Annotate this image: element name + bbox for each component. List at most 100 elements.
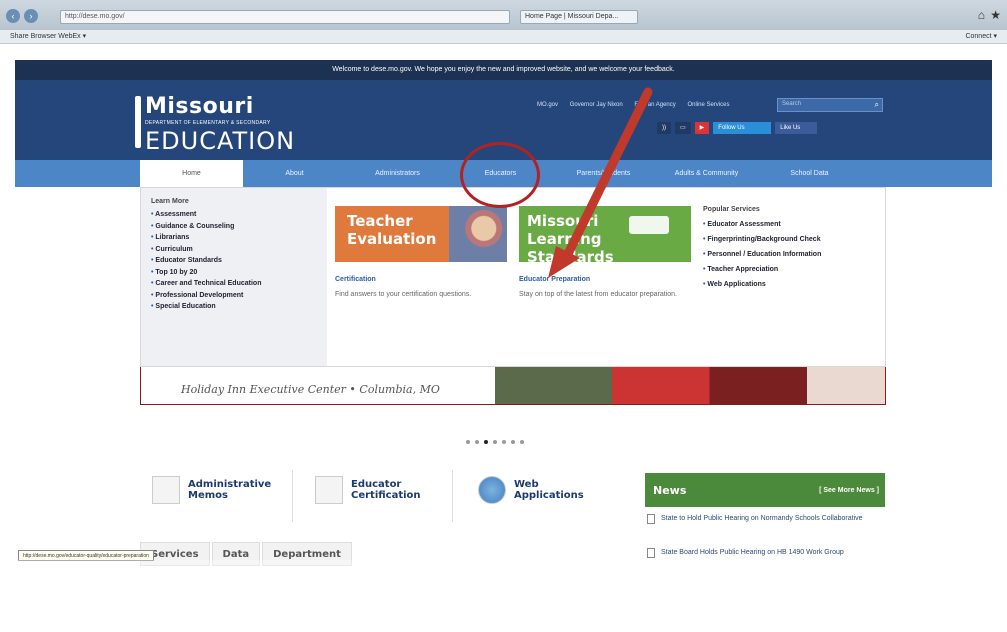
nav-home[interactable]: Home	[140, 160, 243, 187]
learn-item[interactable]: Assessment	[151, 209, 317, 221]
ql2-l1: Educator	[351, 479, 402, 490]
educator-certification-link[interactable]: Educator Certification	[315, 476, 421, 504]
memo-icon	[152, 476, 180, 504]
toplink-online[interactable]: Online Services	[687, 102, 729, 108]
certificate-icon	[315, 476, 343, 504]
nav-administrators[interactable]: Administrators	[346, 160, 449, 187]
back-icon[interactable]: ‹	[6, 9, 20, 23]
reflection-fade	[0, 560, 1007, 632]
ql2-l2: Certification	[351, 490, 421, 501]
popular-item[interactable]: Educator Assessment	[703, 217, 883, 232]
event-banner[interactable]: Holiday Inn Executive Center • Columbia,…	[140, 367, 886, 405]
certification-caption: Certification Find answers to your certi…	[335, 276, 495, 300]
learn-item[interactable]: Special Education	[151, 301, 317, 313]
ql1-l2: Memos	[188, 490, 228, 501]
carousel-dot[interactable]	[511, 440, 515, 444]
site-logo[interactable]: Missouri DEPARTMENT OF ELEMENTARY & SECO…	[135, 94, 296, 155]
learn-item[interactable]: Professional Development	[151, 290, 317, 302]
print-icon[interactable]: ▭	[675, 122, 691, 134]
forward-icon[interactable]: ›	[24, 9, 38, 23]
news-title: News	[653, 484, 687, 497]
ql1-l1: Administrative	[188, 479, 272, 490]
document-icon	[647, 548, 655, 558]
top-links: MO.gov Governor Jay Nixon Find an Agency…	[537, 102, 739, 108]
educator-preparation-link[interactable]: Educator Preparation	[519, 276, 679, 283]
nav-parents-students[interactable]: Parents/Students	[552, 160, 655, 187]
logo-line2: DEPARTMENT OF ELEMENTARY & SECONDARY	[145, 120, 271, 126]
news-item[interactable]: State to Hold Public Hearing on Normandy…	[647, 514, 883, 524]
learn-more-panel: Learn More Assessment Guidance & Counsel…	[141, 188, 327, 366]
globe-icon	[478, 476, 506, 504]
educator-preparation-desc: Stay on top of the latest from educator …	[519, 291, 677, 298]
divider	[292, 470, 293, 522]
nav-adults-community[interactable]: Adults & Community	[655, 160, 758, 187]
carousel-dots	[466, 440, 524, 444]
document-icon	[647, 514, 655, 524]
carousel-dot[interactable]	[466, 440, 470, 444]
carousel-dot[interactable]	[493, 440, 497, 444]
carousel-dot[interactable]	[502, 440, 506, 444]
torch-icon	[135, 96, 141, 148]
facebook-like-button[interactable]: Like Us	[775, 122, 818, 134]
learn-more-title: Learn More	[151, 198, 189, 205]
toplink-agency[interactable]: Find an Agency	[634, 102, 675, 108]
browser-titlebar: ‹ › http://dese.mo.gov/ Home Page | Miss…	[0, 0, 1007, 30]
see-more-news-link[interactable]: [ See More News ]	[819, 487, 879, 494]
toplink-governor[interactable]: Governor Jay Nixon	[570, 102, 623, 108]
browser-tab[interactable]: Home Page | Missouri Depa...	[520, 10, 638, 24]
learn-item[interactable]: Curriculum	[151, 244, 317, 256]
logo-line1: Missouri	[145, 94, 254, 119]
logo-line3: EDUCATION	[145, 127, 296, 155]
popular-item[interactable]: Personnel / Education Information	[703, 247, 883, 262]
twitter-follow-button[interactable]: Follow Us	[713, 122, 772, 134]
toplink-mogov[interactable]: MO.gov	[537, 102, 558, 108]
popular-item[interactable]: Fingerprinting/Background Check	[703, 232, 883, 247]
ql3-l2: Applications	[514, 490, 584, 501]
annotation-circle	[460, 142, 540, 208]
learn-item[interactable]: Librarians	[151, 232, 317, 244]
favorites-icon[interactable]: ★	[990, 8, 1001, 22]
address-bar[interactable]: http://dese.mo.gov/	[60, 10, 510, 24]
search-icon[interactable]: ⌕	[875, 100, 879, 110]
search-input[interactable]: Search ⌕	[777, 98, 883, 112]
certification-desc: Find answers to your certification quest…	[335, 291, 472, 298]
certification-link[interactable]: Certification	[335, 276, 495, 283]
popular-services-title: Popular Services	[703, 206, 760, 213]
carousel-dot[interactable]	[520, 440, 524, 444]
carousel-dot[interactable]	[475, 440, 479, 444]
educator-preparation-caption: Educator Preparation Stay on top of the …	[519, 276, 679, 300]
nav-school-data[interactable]: School Data	[758, 160, 861, 187]
promo2-line2: Learning Standards	[527, 230, 614, 266]
learn-item[interactable]: Educator Standards	[151, 255, 317, 267]
news-item[interactable]: State Board Holds Public Hearing on HB 1…	[647, 548, 883, 558]
home-icon[interactable]: ⌂	[978, 8, 985, 22]
youtube-icon[interactable]: ▶	[694, 122, 710, 134]
search-placeholder: Search	[782, 101, 802, 107]
learn-item[interactable]: Guidance & Counseling	[151, 221, 317, 233]
carousel-dot[interactable]	[484, 440, 488, 444]
teacher-photo	[449, 206, 507, 262]
banner-venue: Holiday Inn Executive Center • Columbia,…	[181, 383, 440, 396]
educators-mega-menu: Learn More Assessment Guidance & Counsel…	[140, 187, 886, 367]
favorites-links[interactable]: Share Browser WebEx ▾	[10, 33, 86, 40]
banner-photo	[495, 367, 885, 404]
popular-item[interactable]: Web Applications	[703, 277, 883, 292]
welcome-banner: Welcome to dese.mo.gov. We hope you enjo…	[15, 60, 992, 80]
teacher-evaluation-promo[interactable]: Teacher Evaluation	[335, 206, 507, 262]
rss-icon[interactable]: ))	[657, 122, 671, 134]
favorites-bar: Share Browser WebEx ▾ Connect ▾	[0, 30, 1007, 44]
nav-about[interactable]: About	[243, 160, 346, 187]
news-item-text: State to Hold Public Hearing on Normandy…	[661, 515, 863, 522]
book-icon	[629, 216, 669, 234]
favorites-right[interactable]: Connect ▾	[965, 32, 997, 40]
ql3-l1: Web	[514, 479, 539, 490]
learning-standards-promo[interactable]: Missouri Learning Standards	[519, 206, 691, 266]
learn-item[interactable]: Top 10 by 20	[151, 267, 317, 279]
administrative-memos-link[interactable]: Administrative Memos	[152, 476, 271, 504]
learn-item[interactable]: Career and Technical Education	[151, 278, 317, 290]
popular-services-panel: Popular Services Educator Assessment Fin…	[703, 206, 883, 292]
web-applications-link[interactable]: Web Applications	[478, 476, 584, 504]
news-header: News [ See More News ]	[645, 473, 885, 507]
popular-item[interactable]: Teacher Appreciation	[703, 262, 883, 277]
news-item-text: State Board Holds Public Hearing on HB 1…	[661, 549, 844, 556]
